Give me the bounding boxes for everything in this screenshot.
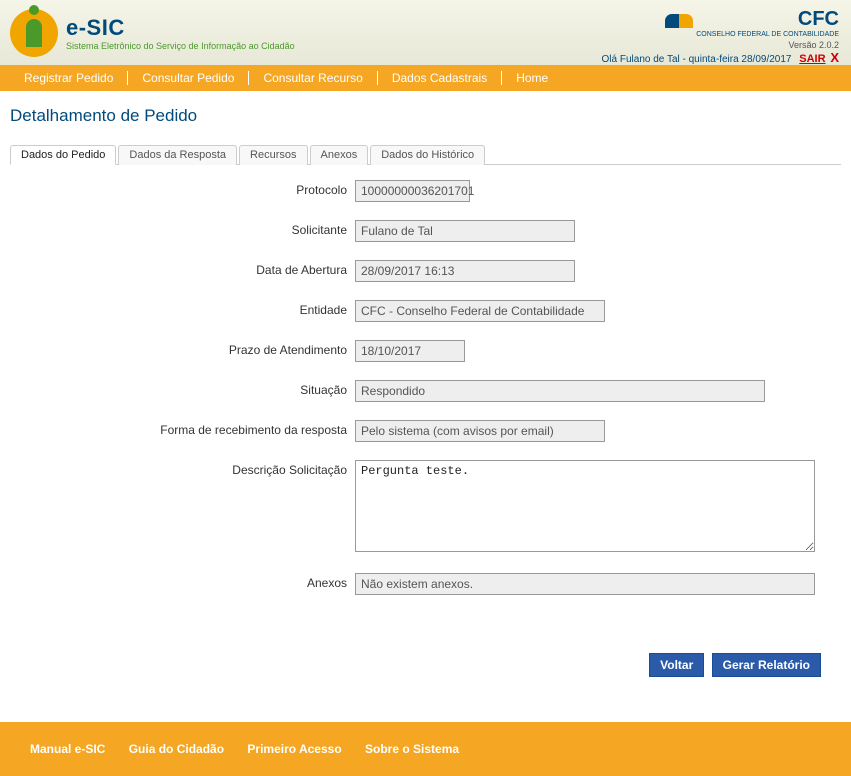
- logo-area: e-SIC Sistema Eletrônico do Serviço de I…: [10, 9, 295, 57]
- version-label: Versão 2.0.2: [602, 40, 839, 50]
- logo-text: e-SIC Sistema Eletrônico do Serviço de I…: [66, 15, 295, 51]
- value-situacao: Respondido: [355, 380, 765, 402]
- voltar-button[interactable]: Voltar: [649, 653, 704, 677]
- value-protocolo: 10000000036201701: [355, 180, 470, 202]
- menu-consultar-recurso[interactable]: Consultar Recurso: [249, 71, 377, 85]
- header: e-SIC Sistema Eletrônico do Serviço de I…: [0, 0, 851, 65]
- org-sub: CONSELHO FEDERAL DE CONTABILIDADE: [696, 31, 839, 38]
- button-bar: Voltar Gerar Relatório: [10, 653, 841, 677]
- menu-consultar-pedido[interactable]: Consultar Pedido: [128, 71, 249, 85]
- tab-dados-resposta[interactable]: Dados da Resposta: [118, 145, 237, 165]
- footer-manual[interactable]: Manual e-SIC: [30, 742, 105, 756]
- menu-registrar-pedido[interactable]: Registrar Pedido: [10, 71, 128, 85]
- brand-subtitle: Sistema Eletrônico do Serviço de Informa…: [66, 41, 295, 51]
- tab-anexos[interactable]: Anexos: [310, 145, 369, 165]
- label-protocolo: Protocolo: [10, 180, 355, 197]
- cfc-logo: CFC CONSELHO FEDERAL DE CONTABILIDADE: [602, 8, 839, 38]
- tab-recursos[interactable]: Recursos: [239, 145, 307, 165]
- value-forma: Pelo sistema (com avisos por email): [355, 420, 605, 442]
- main-menu: Registrar Pedido Consultar Pedido Consul…: [0, 65, 851, 91]
- content: Detalhamento de Pedido Dados do Pedido D…: [0, 91, 851, 702]
- logout-link[interactable]: SAIR: [799, 53, 825, 65]
- value-descricao[interactable]: [355, 460, 815, 552]
- tab-dados-pedido[interactable]: Dados do Pedido: [10, 145, 116, 165]
- menu-dados-cadastrais[interactable]: Dados Cadastrais: [378, 71, 502, 85]
- brand-title: e-SIC: [66, 15, 295, 41]
- cfc-mark-icon: [665, 12, 693, 34]
- header-right: CFC CONSELHO FEDERAL DE CONTABILIDADE Ve…: [602, 8, 839, 65]
- label-data-abertura: Data de Abertura: [10, 260, 355, 277]
- page-title: Detalhamento de Pedido: [10, 106, 841, 126]
- label-prazo: Prazo de Atendimento: [10, 340, 355, 357]
- footer-guia[interactable]: Guia do Cidadão: [129, 742, 224, 756]
- value-prazo: 18/10/2017: [355, 340, 465, 362]
- footer: Manual e-SIC Guia do Cidadão Primeiro Ac…: [0, 722, 851, 776]
- tabs: Dados do Pedido Dados da Resposta Recurs…: [10, 144, 841, 165]
- value-entidade: CFC - Conselho Federal de Contabilidade: [355, 300, 605, 322]
- esic-logo-icon: [10, 9, 58, 57]
- gerar-relatorio-button[interactable]: Gerar Relatório: [712, 653, 821, 677]
- label-descricao: Descrição Solicitação: [10, 460, 355, 477]
- menu-home[interactable]: Home: [502, 71, 562, 85]
- value-data-abertura: 28/09/2017 16:13: [355, 260, 575, 282]
- value-anexos: Não existem anexos.: [355, 573, 815, 595]
- label-situacao: Situação: [10, 380, 355, 397]
- label-forma: Forma de recebimento da resposta: [10, 420, 355, 437]
- label-anexos: Anexos: [10, 573, 355, 590]
- footer-primeiro-acesso[interactable]: Primeiro Acesso: [247, 742, 341, 756]
- tab-dados-historico[interactable]: Dados do Histórico: [370, 145, 485, 165]
- user-greeting-line: Olá Fulano de Tal - quinta-feira 28/09/2…: [602, 50, 839, 65]
- label-solicitante: Solicitante: [10, 220, 355, 237]
- label-entidade: Entidade: [10, 300, 355, 317]
- close-icon[interactable]: X: [830, 50, 839, 65]
- org-name: CFC: [696, 8, 839, 31]
- user-greeting: Olá Fulano de Tal - quinta-feira 28/09/2…: [602, 54, 792, 65]
- form-dados-pedido: Protocolo 10000000036201701 Solicitante …: [10, 165, 841, 623]
- value-solicitante: Fulano de Tal: [355, 220, 575, 242]
- footer-sobre[interactable]: Sobre o Sistema: [365, 742, 459, 756]
